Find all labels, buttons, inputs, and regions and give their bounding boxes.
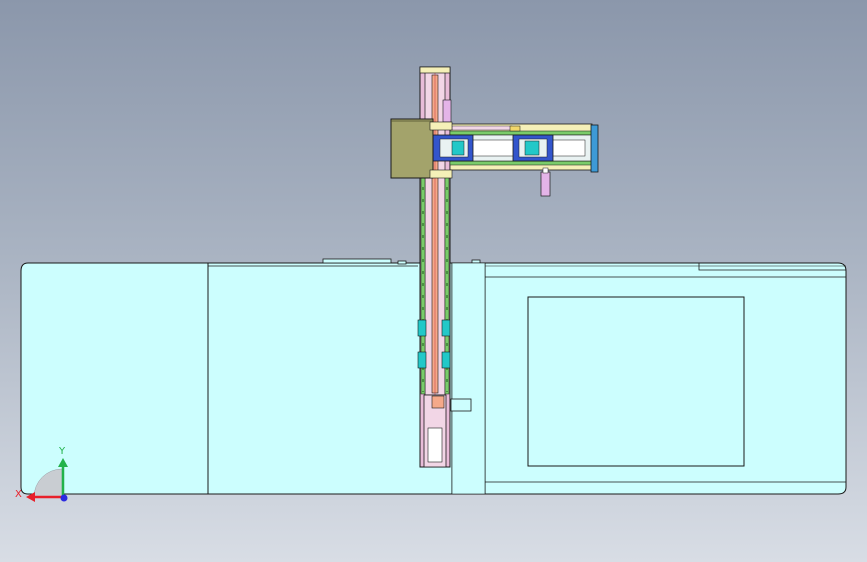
beam-pink-strip [451,125,513,131]
mold-window[interactable] [527,296,745,467]
carriage-plate-bottom [429,169,453,179]
beam-yellow-block [509,125,521,132]
triad-y-label: Y [58,446,66,457]
vertical-sensor [442,99,452,123]
bearing-block-4 [441,351,451,369]
beam-motor-core-right [524,140,540,156]
triad-x-label: X [15,489,22,500]
cad-drawing: Y X [15,66,847,502]
beam-motor-core-left [451,140,465,156]
bearing-block-1 [417,319,427,337]
horizontal-beam[interactable] [432,123,599,197]
triad-z-dot [60,494,68,502]
base-center-block [451,262,486,495]
vacuum-gripper[interactable] [450,398,472,412]
beam-guide-bottom [449,160,593,166]
bearing-block-2 [441,319,451,337]
bearing-block-3 [417,351,427,369]
beam-guide-top [449,130,593,136]
carriage-block[interactable] [390,118,434,179]
beam-cylinder-neck [542,167,549,174]
base-top-strip [322,258,392,264]
carriage-plate-top [429,121,453,131]
vertical-arm-lower-slot [427,427,443,463]
vertical-arm-top-cap [419,66,451,74]
cad-viewport[interactable]: Y X [0,0,867,562]
base-top-tab-right [471,259,481,264]
base-top-tab [397,260,407,265]
beam-end-cap [590,124,599,173]
gripper-bracket [431,395,445,409]
beam-cylinder[interactable] [540,171,551,197]
